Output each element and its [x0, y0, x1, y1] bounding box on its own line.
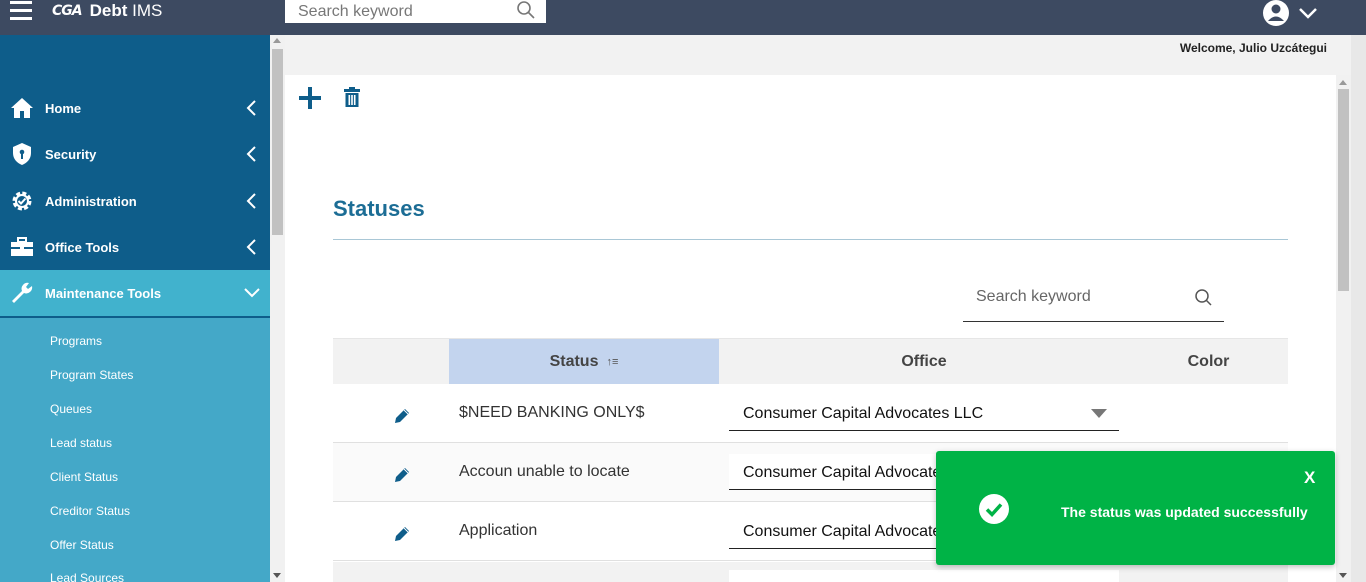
title-divider: [333, 239, 1288, 240]
table-header: Status ↑≡ Office Color: [333, 338, 1288, 384]
status-name: Application: [459, 522, 538, 539]
sidebar-item-label: Administration: [45, 193, 137, 209]
table-row: $NEED BANKING ONLY$ Consumer Capital Adv…: [333, 384, 1288, 443]
sidebar-item-label: Home: [45, 100, 82, 116]
sidebar-item-label: Office Tools: [45, 239, 120, 255]
app-name: Debt IMS: [89, 1, 163, 20]
chevron-left-icon: [246, 100, 256, 116]
logo-mark: CGA: [52, 3, 83, 19]
sidebar-item-label: Maintenance Tools: [45, 285, 162, 301]
sidebar-item-maintenance-tools[interactable]: Maintenance Tools: [0, 270, 270, 316]
scroll-up-arrow-icon[interactable]: [273, 38, 281, 43]
chevron-down-icon: [244, 288, 260, 298]
pencil-icon[interactable]: [393, 525, 411, 543]
maintenance-tools-submenu: Programs Program States Queues Lead stat…: [0, 318, 270, 582]
submenu-item-creditor-status[interactable]: Creditor Status: [50, 504, 130, 518]
wrench-icon: [12, 282, 33, 303]
welcome-message: Welcome, Julio Uzcátegui: [1179, 41, 1327, 55]
sidebar-item-home[interactable]: Home: [0, 85, 270, 131]
toast-close-button[interactable]: X: [1304, 468, 1315, 488]
success-toast: X The status was updated successfully: [936, 451, 1335, 565]
scroll-up-arrow-icon[interactable]: [1339, 80, 1347, 85]
submenu-item-programs[interactable]: Programs: [50, 334, 102, 348]
home-icon: [11, 98, 33, 118]
sort-ascending-icon[interactable]: ↑≡: [606, 356, 618, 368]
chevron-left-icon: [246, 239, 256, 255]
submenu-item-lead-status[interactable]: Lead status: [50, 436, 112, 450]
sidebar-item-security[interactable]: Security: [0, 131, 270, 177]
toast-message: The status was updated successfully: [1061, 504, 1308, 520]
sidebar-item-administration[interactable]: Administration: [0, 178, 270, 224]
scroll-down-arrow-icon[interactable]: [273, 573, 281, 578]
status-name: Accoun unable to locate: [459, 463, 630, 480]
chevron-left-icon: [246, 146, 256, 162]
sidebar: Home Security Administration Office Tool…: [0, 35, 270, 582]
main-scrollbar[interactable]: [1336, 75, 1351, 582]
sidebar-item-label: Security: [45, 146, 97, 162]
submenu-item-program-states[interactable]: Program States: [50, 368, 133, 382]
column-header-color[interactable]: Color: [1129, 339, 1288, 384]
gear-icon: [12, 191, 32, 211]
global-search-input[interactable]: [285, 0, 510, 23]
scrollbar-thumb[interactable]: [1338, 89, 1349, 291]
chevron-down-icon[interactable]: [1297, 5, 1319, 21]
trash-icon[interactable]: [343, 86, 361, 108]
scrollbar-thumb[interactable]: [272, 49, 283, 235]
submenu-item-lead-sources[interactable]: Lead Sources: [50, 571, 124, 582]
table-search-input[interactable]: [963, 281, 1183, 313]
search-icon[interactable]: [1194, 288, 1214, 308]
shield-icon: [13, 143, 31, 165]
page-edge: [1351, 35, 1366, 582]
pencil-icon[interactable]: [393, 407, 411, 425]
sidebar-scrollbar[interactable]: [270, 35, 285, 582]
search-icon[interactable]: [516, 0, 536, 20]
pencil-icon[interactable]: [393, 466, 411, 484]
top-bar: CGA Debt IMS: [0, 0, 1366, 35]
column-header-status[interactable]: Status ↑≡: [449, 339, 719, 384]
global-search: [285, 0, 546, 25]
office-select[interactable]: Consumer Capital Advocates LLC: [729, 395, 1119, 431]
dropdown-caret-icon[interactable]: [1091, 409, 1107, 418]
table-row: [333, 562, 1288, 582]
sidebar-item-office-tools[interactable]: Office Tools: [0, 224, 270, 270]
column-header-office[interactable]: Office: [719, 339, 1129, 384]
app-logo: CGA Debt IMS: [52, 0, 162, 22]
submenu-item-queues[interactable]: Queues: [50, 402, 92, 416]
user-avatar-icon[interactable]: [1261, 0, 1291, 26]
submenu-item-client-status[interactable]: Client Status: [50, 470, 118, 484]
chevron-left-icon: [246, 193, 256, 209]
office-select[interactable]: [729, 570, 1119, 582]
hamburger-menu-icon[interactable]: [10, 0, 32, 22]
submenu-item-offer-status[interactable]: Offer Status: [50, 538, 114, 552]
page-title: Statuses: [333, 196, 425, 221]
status-name: $NEED BANKING ONLY$: [459, 404, 645, 421]
check-circle-icon: [979, 494, 1009, 524]
scroll-down-arrow-icon[interactable]: [1339, 573, 1347, 578]
briefcase-icon: [11, 237, 33, 256]
table-search: [963, 281, 1224, 322]
add-icon[interactable]: [298, 86, 322, 110]
